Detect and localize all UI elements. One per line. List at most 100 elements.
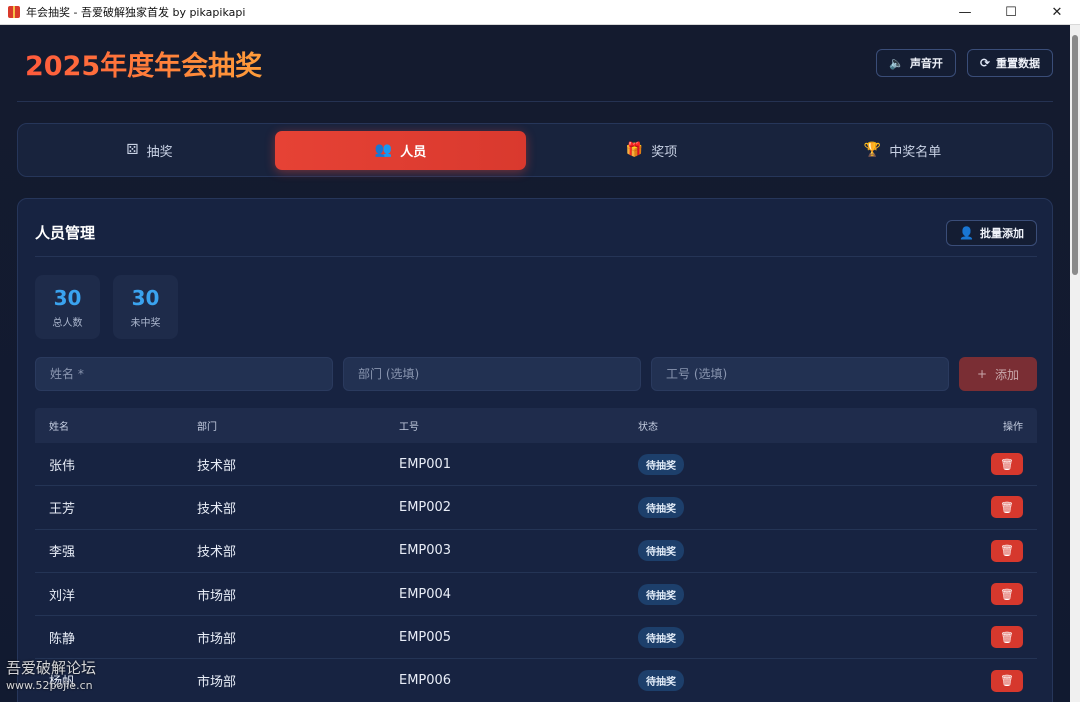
status-badge: 待抽奖 <box>638 540 684 562</box>
forum-watermark: 吾爱破解论坛 www.52pojie.cn <box>6 660 96 694</box>
col-id-header: 工号 <box>399 422 419 433</box>
watermark-name: 吾爱破解论坛 <box>6 659 97 677</box>
table-row: 刘洋 市场部 EMP004 待抽奖 🗑 <box>35 573 1037 617</box>
col-actions-header: 操作 <box>1003 422 1023 433</box>
table-header: 姓名 部门 工号 状态 操作 <box>35 408 1037 443</box>
stat-not-won-label: 未中奖 <box>130 317 161 329</box>
table-row: 陈静 市场部 EMP005 待抽奖 🗑 <box>35 616 1037 660</box>
add-person-button[interactable]: + 添加 <box>959 357 1037 391</box>
people-panel: 人员管理 👤 批量添加 30 总人数 30 未中奖 + 添加 <box>17 198 1053 702</box>
sound-toggle-button[interactable]: 🔈 声音开 <box>875 49 956 77</box>
cell-dept: 市场部 <box>197 675 237 691</box>
stat-not-won-value: 30 <box>131 285 160 310</box>
col-dept-header: 部门 <box>197 422 217 433</box>
reset-data-label: 重置数据 <box>996 57 1040 70</box>
table-row: 李强 技术部 EMP003 待抽奖 🗑 <box>35 530 1037 573</box>
speaker-icon: 🔈 <box>888 56 904 70</box>
stats-row: 30 总人数 30 未中奖 <box>35 275 178 339</box>
cell-dept: 技术部 <box>197 501 237 517</box>
trash-icon: 🗑 <box>1000 587 1014 601</box>
stat-total-label: 总人数 <box>52 317 83 329</box>
employee-id-input[interactable] <box>651 357 949 391</box>
app-body: 2025年度年会抽奖 🔈 声音开 ⟳ 重置数据 ⚄ 抽奖 👥 人员 🎁 奖项 � <box>0 25 1070 702</box>
status-badge: 待抽奖 <box>638 453 684 475</box>
trash-icon: 🗑 <box>1000 674 1014 688</box>
gift-icon: 🎁 <box>625 142 644 158</box>
header-actions: 🔈 声音开 ⟳ 重置数据 <box>875 49 1053 77</box>
tab-prizes[interactable]: 🎁 奖项 <box>526 131 777 170</box>
maximize-button[interactable]: ☐ <box>988 0 1034 25</box>
department-input[interactable] <box>343 357 641 391</box>
cell-dept: 技术部 <box>197 458 237 474</box>
cell-name: 陈静 <box>49 631 76 647</box>
delete-button[interactable]: 🗑 <box>991 496 1023 519</box>
panel-header: 人员管理 👤 批量添加 <box>35 217 1037 257</box>
dice-icon: ⚄ <box>126 142 139 158</box>
batch-add-button[interactable]: 👤 批量添加 <box>946 219 1037 246</box>
trash-icon: 🗑 <box>1000 500 1014 514</box>
vertical-scrollbar[interactable] <box>1070 25 1080 702</box>
people-table: 姓名 部门 工号 状态 操作 张伟 技术部 EMP001 待抽奖 🗑 王芳 技术… <box>35 408 1037 702</box>
batch-add-label: 批量添加 <box>980 226 1024 240</box>
tab-people-label: 人员 <box>400 144 427 160</box>
cell-dept: 技术部 <box>197 545 237 561</box>
cell-id: EMP003 <box>399 543 452 559</box>
delete-button[interactable]: 🗑 <box>991 539 1023 562</box>
scrollbar-thumb[interactable] <box>1072 35 1078 275</box>
cell-id: EMP004 <box>399 586 452 602</box>
tab-draw[interactable]: ⚄ 抽奖 <box>24 131 275 170</box>
status-badge: 待抽奖 <box>638 626 684 648</box>
cell-id: EMP001 <box>399 456 452 472</box>
trash-icon: 🗑 <box>1000 544 1014 558</box>
refresh-icon: ⟳ <box>979 56 990 70</box>
add-user-icon: 👤 <box>959 225 974 240</box>
table-row: 王芳 技术部 EMP002 待抽奖 🗑 <box>35 486 1037 530</box>
tab-winners[interactable]: 🏆 中奖名单 <box>777 131 1028 170</box>
main-tabs: ⚄ 抽奖 👥 人员 🎁 奖项 🏆 中奖名单 <box>17 123 1053 177</box>
table-row: 杨帆 市场部 EMP006 待抽奖 🗑 <box>35 659 1037 702</box>
tab-people[interactable]: 👥 人员 <box>275 130 526 170</box>
cell-name: 刘洋 <box>49 588 76 604</box>
cell-name: 王芳 <box>49 501 76 517</box>
cell-id: EMP002 <box>399 499 452 515</box>
delete-button[interactable]: 🗑 <box>991 626 1023 649</box>
cell-name: 张伟 <box>49 458 76 474</box>
page-title: 2025年度年会抽奖 <box>25 44 262 83</box>
tab-prizes-label: 奖项 <box>651 144 678 160</box>
delete-button[interactable]: 🗑 <box>991 453 1023 476</box>
delete-button[interactable]: 🗑 <box>991 669 1023 692</box>
reset-data-button[interactable]: ⟳ 重置数据 <box>966 49 1053 77</box>
window-titlebar: 年会抽奖 - 吾爱破解独家首发 by pikapikapi — ☐ ✕ <box>0 0 1080 25</box>
cell-dept: 市场部 <box>197 588 237 604</box>
minimize-button[interactable]: — <box>942 0 988 25</box>
users-icon: 👥 <box>374 142 393 158</box>
name-input[interactable] <box>35 357 333 391</box>
tab-winners-label: 中奖名单 <box>889 144 942 160</box>
sound-toggle-label: 声音开 <box>909 57 943 70</box>
cell-id: EMP006 <box>399 673 452 689</box>
stat-total-value: 30 <box>53 285 82 310</box>
tab-draw-label: 抽奖 <box>146 144 173 160</box>
cell-dept: 市场部 <box>197 631 237 647</box>
app-header: 2025年度年会抽奖 🔈 声音开 ⟳ 重置数据 <box>17 25 1053 102</box>
add-person-form: + 添加 <box>35 357 1037 391</box>
col-status-header: 状态 <box>638 422 658 433</box>
stat-total: 30 总人数 <box>35 275 100 339</box>
cell-name: 李强 <box>49 545 76 561</box>
status-badge: 待抽奖 <box>638 496 684 518</box>
add-person-label: 添加 <box>995 367 1020 382</box>
panel-title: 人员管理 <box>35 224 96 242</box>
trash-icon: 🗑 <box>1000 457 1014 471</box>
close-button[interactable]: ✕ <box>1034 0 1080 25</box>
delete-button[interactable]: 🗑 <box>991 583 1023 606</box>
table-row: 张伟 技术部 EMP001 待抽奖 🗑 <box>35 443 1037 487</box>
window-title: 年会抽奖 - 吾爱破解独家首发 by pikapikapi <box>26 6 246 19</box>
plus-icon: + <box>976 367 988 381</box>
stat-not-won: 30 未中奖 <box>113 275 178 339</box>
col-name-header: 姓名 <box>49 422 69 433</box>
status-badge: 待抽奖 <box>638 583 684 605</box>
trophy-icon: 🏆 <box>863 142 882 158</box>
status-badge: 待抽奖 <box>638 670 684 692</box>
trash-icon: 🗑 <box>1000 630 1014 644</box>
watermark-url: www.52pojie.cn <box>6 679 93 692</box>
